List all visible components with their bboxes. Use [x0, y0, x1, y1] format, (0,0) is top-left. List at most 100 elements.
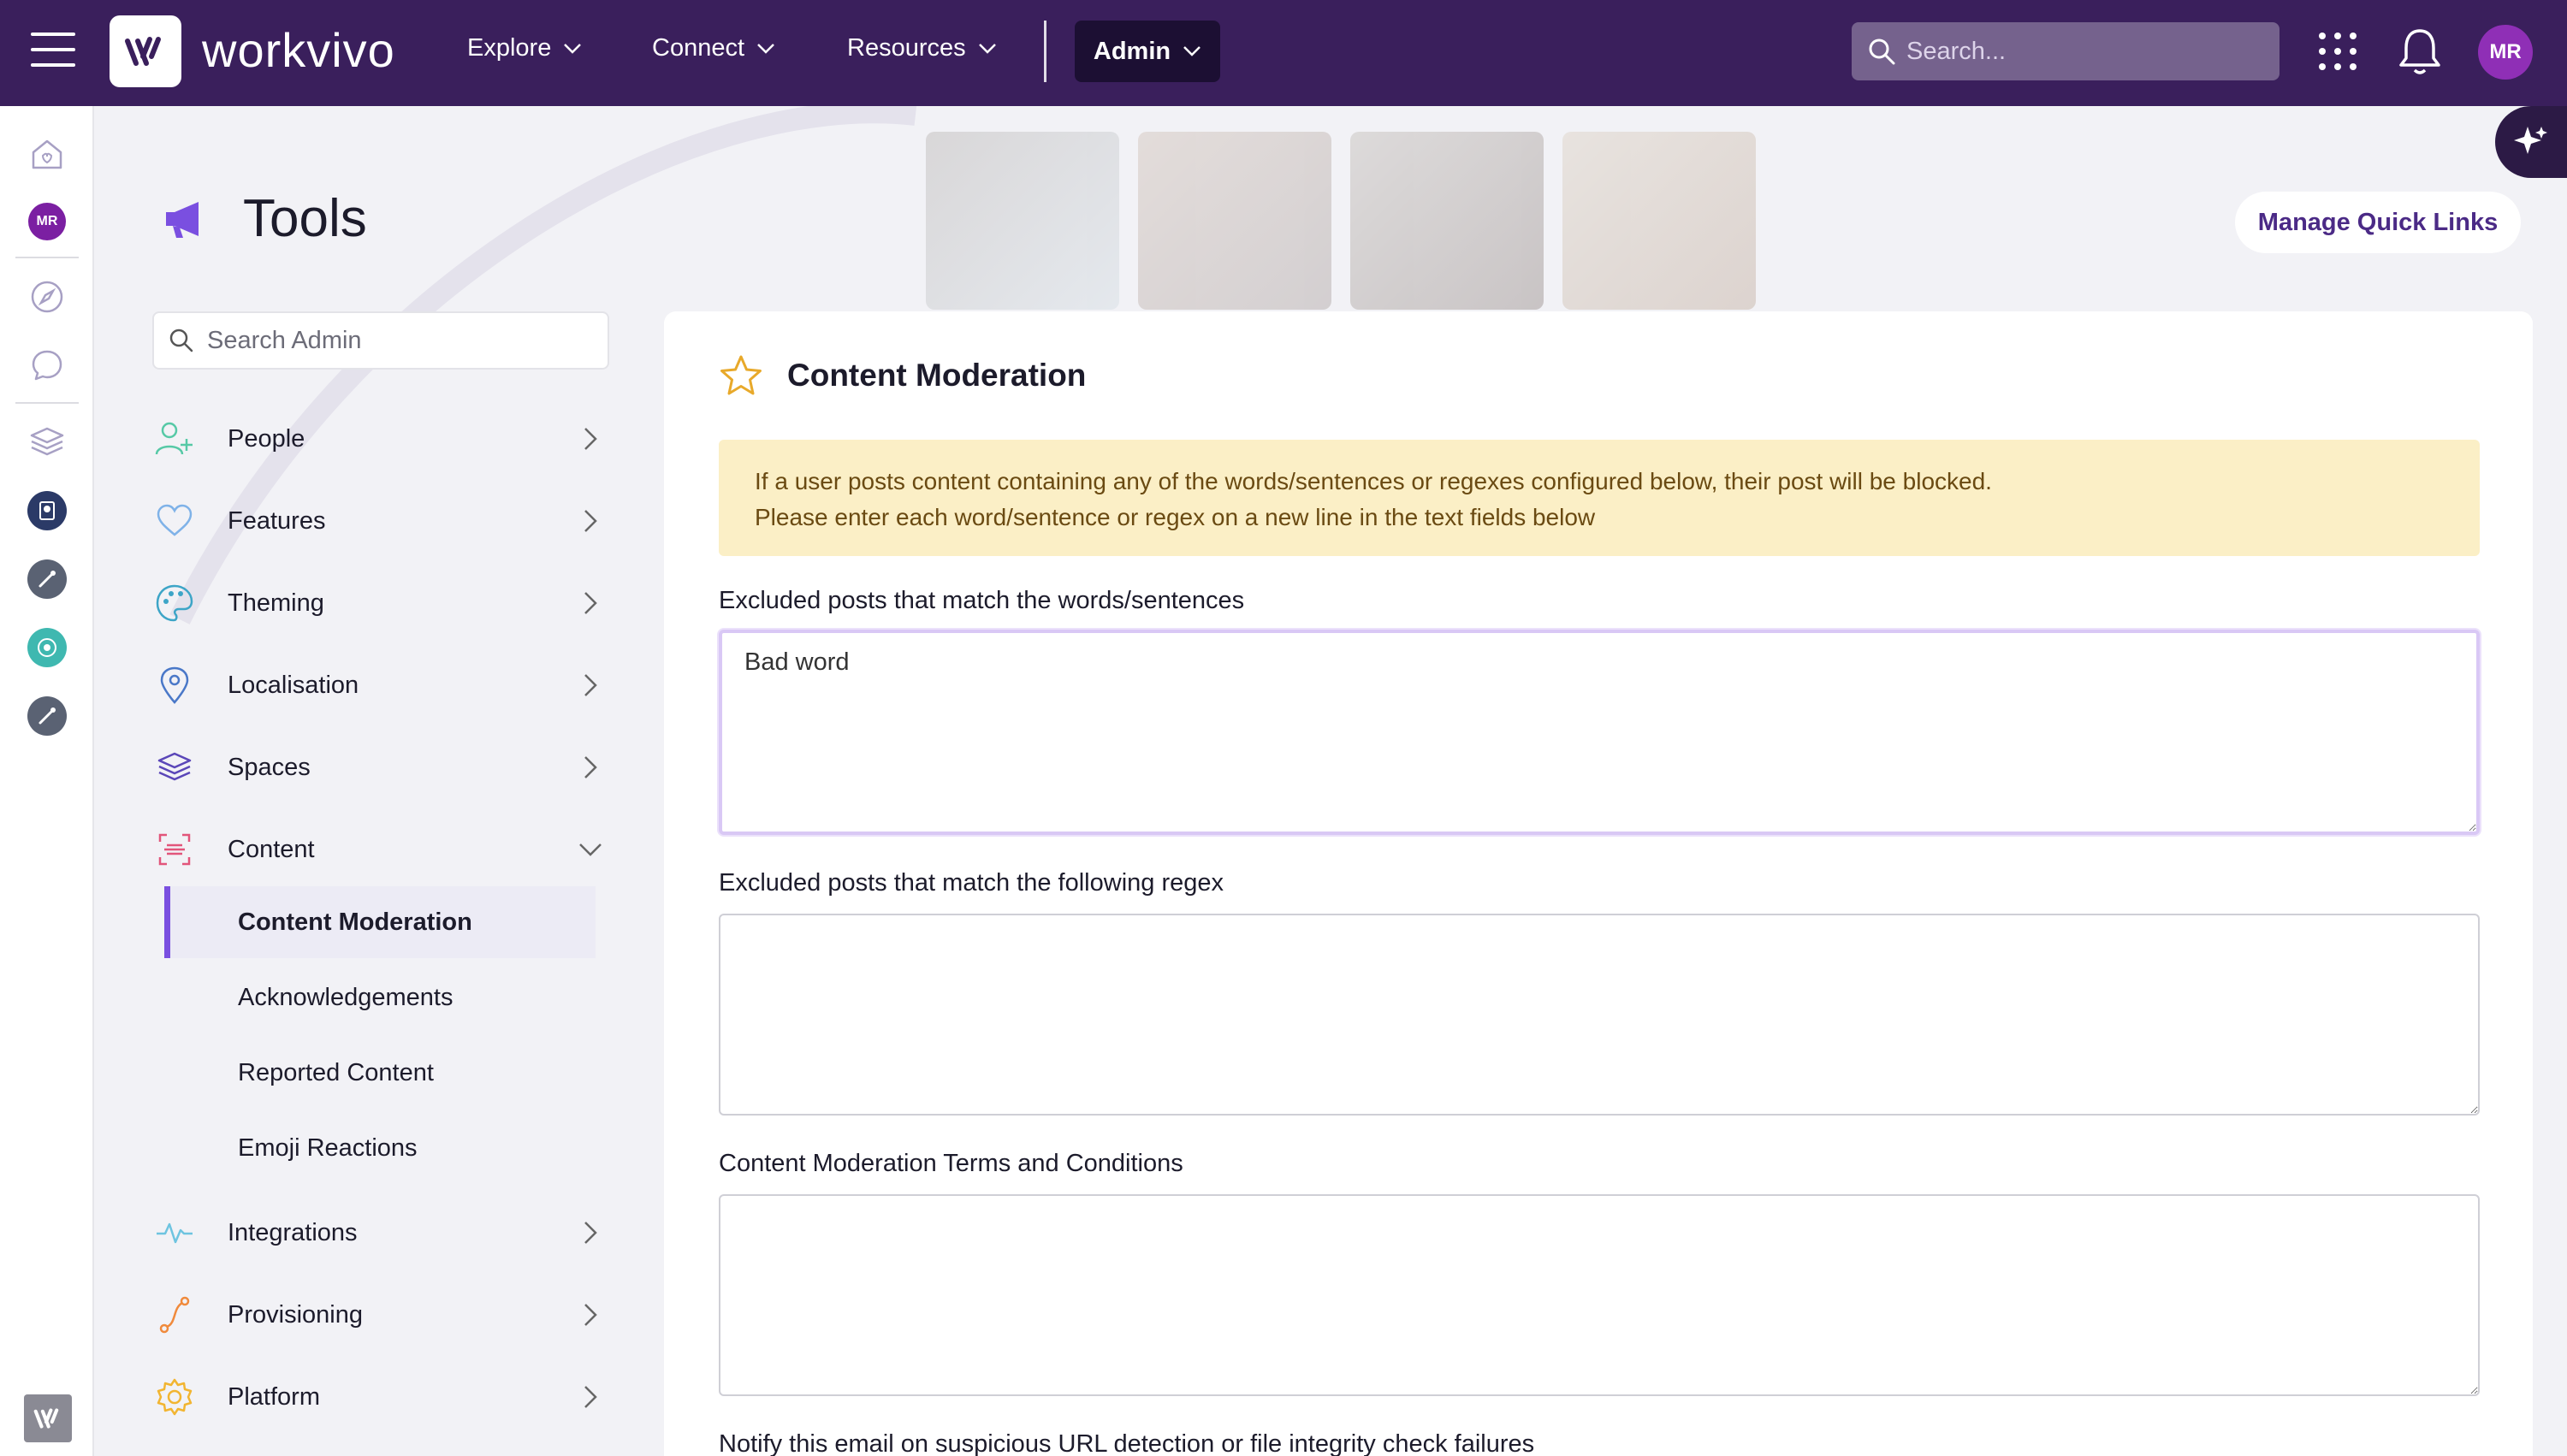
rail-divider [15, 402, 79, 404]
chevron-right-icon [573, 1380, 608, 1414]
sidebar-item-integrations[interactable]: Integrations [145, 1203, 608, 1263]
sidebar-item-label: Localisation [228, 671, 359, 699]
sidebar-item-provisioning[interactable]: Provisioning [145, 1285, 608, 1345]
page-header: Tools [161, 188, 367, 249]
excluded-words-label: Excluded posts that match the words/sent… [719, 587, 1245, 614]
space-avatar-icon[interactable] [26, 695, 68, 737]
excluded-regex-textarea[interactable] [719, 914, 2480, 1116]
sidebar-subitem-content-moderation[interactable]: Content Moderation [164, 886, 596, 958]
sidebar-item-features[interactable]: Features [145, 491, 608, 551]
hamburger-menu-icon[interactable] [31, 33, 75, 70]
notify-email-label: Notify this email on suspicious URL dete… [719, 1430, 1535, 1456]
panel-title: Content Moderation [787, 358, 1087, 393]
panel-header: Content Moderation [719, 354, 1086, 397]
user-avatar[interactable]: MR [2478, 25, 2533, 80]
sidebar-subitem-reported-content[interactable]: Reported Content [164, 1037, 596, 1109]
sparkle-icon [2514, 127, 2547, 154]
megaphone-icon [166, 201, 199, 238]
workvivo-logo-icon[interactable] [24, 1394, 72, 1442]
chevron-right-icon [573, 1298, 608, 1332]
nav-explore[interactable]: Explore [467, 34, 582, 62]
hero-photo [1350, 132, 1544, 310]
excluded-regex-label: Excluded posts that match the following … [719, 869, 1224, 897]
sidebar-item-platform[interactable]: Platform [145, 1367, 608, 1427]
sidebar-item-label: Spaces [228, 753, 311, 781]
workvivo-logo-icon[interactable] [110, 15, 181, 87]
left-rail: MR [0, 106, 94, 1456]
nav-connect[interactable]: Connect [652, 34, 775, 62]
chevron-down-icon [573, 832, 608, 867]
rail-avatar-initials: MR [28, 203, 66, 240]
chat-icon[interactable] [26, 344, 68, 387]
content-moderation-panel: Content Moderation If a user posts conte… [664, 311, 2533, 1456]
chevron-down-icon [978, 43, 996, 54]
apps-grid-icon[interactable] [2319, 33, 2357, 70]
star-icon [720, 355, 762, 395]
global-search-input[interactable] [1906, 37, 2266, 66]
home-icon[interactable] [26, 133, 68, 176]
search-icon [169, 328, 193, 352]
nav-admin[interactable]: Admin [1075, 21, 1220, 82]
sidebar-item-localisation[interactable]: Localisation [145, 655, 608, 715]
heart-icon [149, 500, 200, 542]
nav-connect-label: Connect [652, 34, 745, 62]
hero-photo [926, 132, 1119, 310]
admin-search[interactable] [152, 311, 609, 370]
chevron-down-icon [564, 43, 582, 54]
chevron-right-icon [573, 422, 608, 456]
excluded-words-textarea[interactable]: Bad word [719, 630, 2480, 835]
top-navbar: workvivo Explore Connect Resources Admin… [0, 0, 2567, 106]
sidebar-item-label: Integrations [228, 1218, 358, 1246]
page-title: Tools [243, 189, 367, 248]
sidebar-item-spaces[interactable]: Spaces [145, 737, 608, 797]
space-avatar-icon[interactable] [26, 489, 68, 532]
sidebar-item-theming[interactable]: Theming [145, 573, 608, 633]
sidebar-item-content[interactable]: Content [145, 820, 608, 879]
sidebar-subitem-acknowledgements[interactable]: Acknowledgements [164, 962, 596, 1033]
search-icon [1869, 38, 1895, 65]
space-avatar-icon[interactable] [26, 626, 68, 669]
sidebar-item-label: Theming [228, 589, 324, 617]
sidebar-item-label: Platform [228, 1382, 320, 1411]
notice-line: If a user posts content containing any o… [755, 468, 1992, 494]
chevron-down-icon [1183, 46, 1201, 56]
route-icon [149, 1293, 200, 1336]
sidebar-item-label: Content [228, 835, 315, 863]
chevron-down-icon [757, 43, 774, 54]
sidebar-item-label: People [228, 424, 305, 453]
chevron-right-icon [573, 668, 608, 702]
nav-admin-label: Admin [1093, 37, 1171, 65]
nav-resources-label: Resources [847, 34, 966, 62]
space-avatar-icon[interactable] [26, 558, 68, 601]
nav-resources[interactable]: Resources [847, 34, 997, 62]
admin-search-input[interactable] [207, 326, 584, 355]
hero-photos [926, 132, 1756, 310]
sidebar-item-label: Provisioning [228, 1300, 363, 1329]
hero-photo [1562, 132, 1756, 310]
chevron-right-icon [573, 504, 608, 538]
brand-name[interactable]: workvivo [202, 22, 395, 78]
rail-avatar[interactable]: MR [26, 200, 68, 243]
notifications-bell-icon[interactable] [2396, 26, 2444, 77]
compass-icon[interactable] [26, 275, 68, 318]
nav-divider [1044, 21, 1046, 82]
activity-pulse-icon [149, 1211, 200, 1254]
chevron-right-icon [573, 1216, 608, 1250]
sidebar-item-people[interactable]: People [145, 409, 608, 469]
hero-photo [1138, 132, 1331, 310]
terms-conditions-textarea[interactable] [719, 1194, 2480, 1396]
layers-icon[interactable] [26, 421, 68, 464]
global-search[interactable] [1852, 22, 2279, 80]
manage-quick-links-button[interactable]: Manage Quick Links [2235, 192, 2521, 253]
rail-divider [15, 257, 79, 258]
add-user-icon [149, 417, 200, 460]
ai-assistant-button[interactable] [2495, 106, 2567, 178]
notice-line: Please enter each word/sentence or regex… [755, 504, 1596, 530]
terms-conditions-label: Content Moderation Terms and Conditions [719, 1150, 1183, 1177]
map-pin-icon [149, 664, 200, 707]
layers-icon [149, 746, 200, 789]
sidebar-item-label: Features [228, 506, 326, 535]
chevron-right-icon [573, 750, 608, 784]
sidebar-subitem-emoji-reactions[interactable]: Emoji Reactions [164, 1112, 596, 1184]
chevron-right-icon [573, 586, 608, 620]
